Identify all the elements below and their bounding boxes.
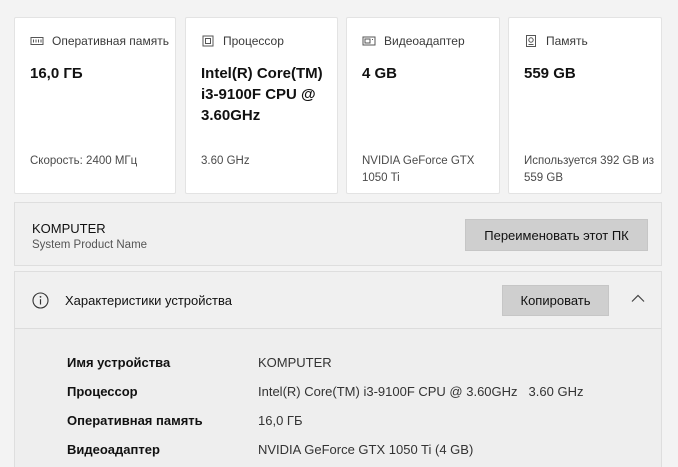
chevron-up-icon[interactable] <box>628 291 648 307</box>
cpu-card-header: Процессор <box>201 34 284 48</box>
cpu-card-value: Intel(R) Core(TM) i3-9100F CPU @ 3.60GHz <box>201 65 323 124</box>
spec-value: Intel(R) Core(TM) i3-9100F CPU @ 3.60GHz <box>258 384 518 399</box>
pc-name: KOMPUTER <box>32 221 106 236</box>
ram-card-title: Оперативная память <box>52 34 169 48</box>
spec-value-group: Intel(R) Core(TM) i3-9100F CPU @ 3.60GHz… <box>258 384 583 399</box>
spec-label: Имя устройства <box>67 355 171 370</box>
spec-value-extra: 3.60 GHz <box>528 384 584 399</box>
copy-button[interactable]: Копировать <box>502 285 609 316</box>
cpu-card-sub: 3.60 GHz <box>201 155 250 167</box>
pc-product-name: System Product Name <box>32 239 148 251</box>
gpu-card-value: 4 GB <box>362 65 398 82</box>
gpu-card: Видеоадаптер 4 GB NVIDIA GeForce GTX 105… <box>346 17 500 194</box>
ram-card-header: Оперативная память <box>30 34 169 48</box>
spec-value: NVIDIA GeForce GTX 1050 Ti (4 GB) <box>258 442 474 457</box>
ram-card-value: 16,0 ГБ <box>30 65 83 82</box>
device-specs-header[interactable]: Характеристики устройства Копировать <box>15 272 661 329</box>
gpu-card-header: Видеоадаптер <box>362 34 465 48</box>
info-icon <box>32 292 49 309</box>
rename-pc-button[interactable]: Переименовать этот ПК <box>465 219 648 251</box>
gpu-card-title: Видеоадаптер <box>384 34 465 48</box>
spec-value: KOMPUTER <box>258 355 332 370</box>
spec-label: Процессор <box>67 384 138 399</box>
spec-value: 16,0 ГБ <box>258 413 303 428</box>
ram-card-sub: Скорость: 2400 МГц <box>30 155 138 167</box>
pc-name-panel: KOMPUTER System Product Name Переименова… <box>14 202 662 266</box>
device-specs-title: Характеристики устройства <box>65 293 232 308</box>
storage-card: Память 559 GB Используется 392 GB из 559… <box>508 17 662 194</box>
spec-label: Оперативная память <box>67 413 203 428</box>
spec-label: Видеоадаптер <box>67 442 160 457</box>
gpu-icon <box>362 34 376 48</box>
cpu-icon <box>201 34 215 48</box>
system-about-page: Оперативная память 16,0 ГБ Скорость: 240… <box>0 0 678 467</box>
cpu-card: Процессор Intel(R) Core(TM) i3-9100F CPU… <box>185 17 338 194</box>
storage-card-title: Память <box>546 34 588 48</box>
cpu-card-title: Процессор <box>223 34 284 48</box>
gpu-card-sub: NVIDIA GeForce GTX 1050 Ti <box>362 155 475 184</box>
storage-card-sub: Используется 392 GB из 559 GB <box>524 155 655 184</box>
ram-card: Оперативная память 16,0 ГБ Скорость: 240… <box>14 17 176 194</box>
storage-card-value: 559 GB <box>524 65 576 82</box>
storage-card-header: Память <box>524 34 588 48</box>
ram-icon <box>30 34 44 48</box>
device-specs-panel: Характеристики устройства Копировать Имя… <box>14 271 662 467</box>
storage-icon <box>524 34 538 48</box>
